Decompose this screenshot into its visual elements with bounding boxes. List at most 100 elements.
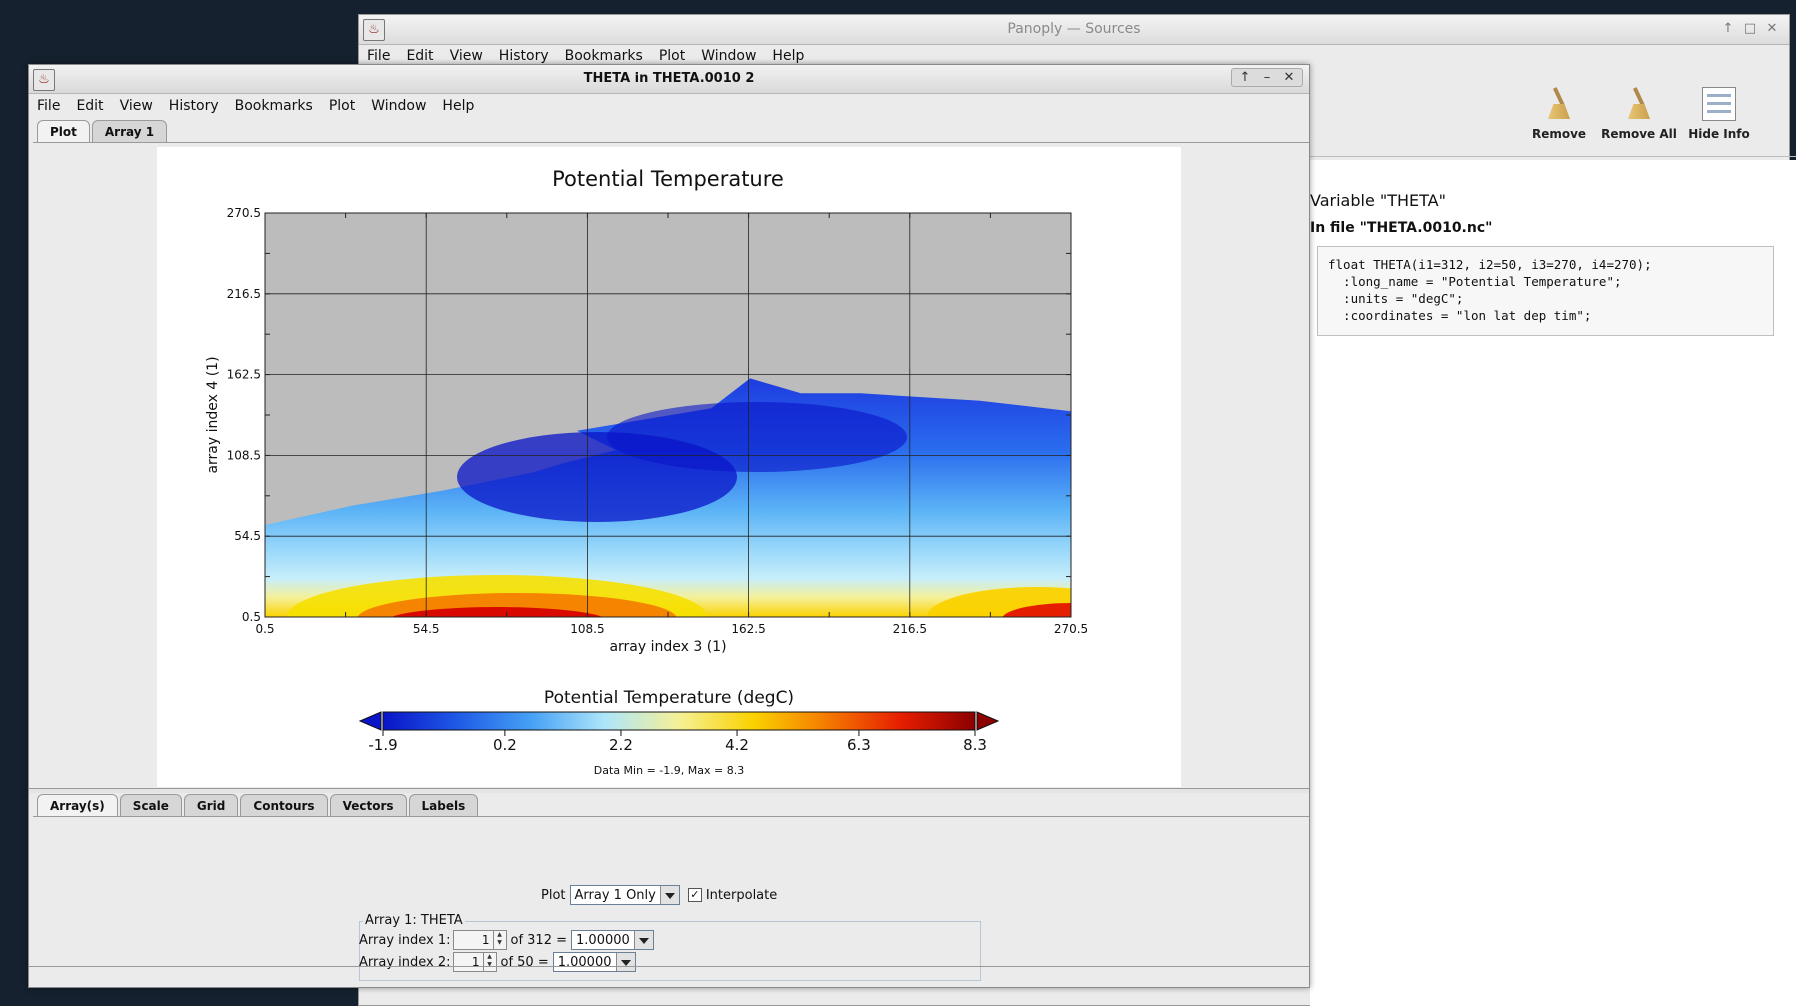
spinner-up-icon[interactable]: ▲ <box>484 953 496 961</box>
menu-view[interactable]: View <box>112 98 161 114</box>
file-heading: In file "THETA.0010.nc" <box>1310 220 1493 236</box>
cold-patch <box>607 402 907 472</box>
metadata-line: :long_name = "Potential Temperature"; <box>1328 274 1622 289</box>
x-tick-label: 162.5 <box>731 622 765 636</box>
menu-bookmarks[interactable]: Bookmarks <box>557 48 651 64</box>
restore-icon[interactable]: □ <box>1739 21 1761 36</box>
colorbar <box>382 711 976 731</box>
menu-history[interactable]: History <box>491 48 557 64</box>
y-tick-label: 216.5 <box>227 287 261 301</box>
tab-scale[interactable]: Scale <box>119 794 182 817</box>
y-tick-label: 54.5 <box>234 529 261 543</box>
y-tick-label: 162.5 <box>227 368 261 382</box>
plot-window: ♨ THETA in THETA.0010 2 ↑ – ✕ File Edit Vi… <box>28 64 1310 988</box>
menu-file[interactable]: File <box>29 98 68 114</box>
tab-contours[interactable]: Contours <box>240 794 328 817</box>
menu-help[interactable]: Help <box>764 48 812 64</box>
hide-info-label: Hide Info <box>1688 127 1750 141</box>
y-tick-label: 108.5 <box>227 448 261 462</box>
tab-labels[interactable]: Labels <box>408 794 479 817</box>
menu-bookmarks[interactable]: Bookmarks <box>227 98 321 114</box>
chart-title: Potential Temperature <box>552 167 784 191</box>
chevron-down-icon[interactable] <box>659 886 679 904</box>
colorbar-tick-label: 8.3 <box>963 736 987 754</box>
spinner-down-icon[interactable]: ▼ <box>494 939 506 947</box>
plot-window-title: THETA in THETA.0010 2 <box>583 71 755 86</box>
array-controls: Plot Array 1 Only ✓ Interpolate Array 1:… <box>29 825 1309 981</box>
interpolate-label: Interpolate <box>705 887 778 903</box>
array-index-1-spinner[interactable]: 1 ▲ ▼ <box>452 930 507 950</box>
colorbar-tick-label: 0.2 <box>493 736 517 754</box>
x-tick-label: 270.5 <box>1054 622 1088 636</box>
tab-vectors[interactable]: Vectors <box>329 794 407 817</box>
colorbar-title: Potential Temperature (degC) <box>544 688 794 708</box>
top-tab-line <box>33 142 1309 143</box>
maximize-up-icon[interactable]: ↑ <box>1234 70 1256 85</box>
remove-all-label: Remove All <box>1601 127 1677 141</box>
colorbar-over-arrow <box>976 711 1000 731</box>
plot-mode-row: Plot Array 1 Only ✓ Interpolate <box>541 885 777 905</box>
colorbar-ticks: -1.9 0.2 2.2 4.2 6.3 8.3 <box>368 730 987 754</box>
tab-plot[interactable]: Plot <box>37 120 90 143</box>
remove-button[interactable]: Remove <box>1516 87 1602 141</box>
bottom-tab-line <box>33 816 1309 817</box>
status-bar <box>29 966 1309 987</box>
menu-window[interactable]: Window <box>693 48 764 64</box>
colorbar-tick-label: -1.9 <box>368 736 397 754</box>
array-index-1-of: of 312 = <box>510 932 568 948</box>
info-panel-icon <box>1702 87 1736 121</box>
spinner-up-icon[interactable]: ▲ <box>494 931 506 939</box>
x-tick-label: 0.5 <box>255 622 274 636</box>
menu-edit[interactable]: Edit <box>68 98 111 114</box>
broom-icon <box>1542 87 1576 121</box>
sources-window-controls: ↑ □ ✕ <box>1717 21 1783 36</box>
maximize-up-icon[interactable]: ↑ <box>1717 21 1739 36</box>
y-axis-label: array index 4 (1) <box>205 356 221 473</box>
array-index-1-value[interactable]: 1 <box>454 933 493 947</box>
variable-metadata: float THETA(i1=312, i2=50, i3=270, i4=27… <box>1317 246 1774 336</box>
metadata-line: float THETA(i1=312, i2=50, i3=270, i4=27… <box>1328 257 1652 272</box>
tab-grid[interactable]: Grid <box>183 794 239 817</box>
tab-arrays[interactable]: Array(s) <box>37 794 118 817</box>
close-icon[interactable]: ✕ <box>1278 70 1300 85</box>
menu-plot[interactable]: Plot <box>321 98 363 114</box>
menu-plot[interactable]: Plot <box>651 48 693 64</box>
menu-history[interactable]: History <box>161 98 227 114</box>
plot-canvas: Potential Temperature 0.5 54.5 108.5 162.5 2… <box>157 147 1181 787</box>
array-index-1-coord[interactable]: 1.00000 <box>572 933 634 948</box>
plot-window-controls: ↑ – ✕ <box>1231 68 1303 87</box>
potential-temperature-chart: Potential Temperature 0.5 54.5 108.5 162.5 2… <box>205 167 1088 777</box>
plot-menubar: File Edit View History Bookmarks Plot Wi… <box>29 94 1309 118</box>
array-index-1-row: Array index 1: 1 ▲ ▼ of 312 = 1.00000 <box>359 930 654 950</box>
remove-all-button[interactable]: Remove All <box>1596 87 1682 141</box>
array-index-1-coord-select[interactable]: 1.00000 <box>571 930 654 950</box>
info-separator <box>1310 156 1796 159</box>
array-1-group-title: Array 1: THETA <box>363 913 465 928</box>
x-tick-label: 108.5 <box>570 622 604 636</box>
colorbar-under-arrow <box>358 711 382 731</box>
chevron-down-icon[interactable] <box>633 931 653 949</box>
array-index-1-label: Array index 1: <box>359 932 451 948</box>
variable-heading: Variable "THETA" <box>1310 191 1446 210</box>
menu-view[interactable]: View <box>442 48 491 64</box>
minimize-icon[interactable]: – <box>1256 70 1278 85</box>
plot-mode-select[interactable]: Array 1 Only <box>569 885 680 905</box>
remove-label: Remove <box>1531 127 1587 141</box>
colorbar-tick-label: 2.2 <box>609 736 633 754</box>
interpolate-checkbox[interactable]: ✓ <box>687 888 702 902</box>
y-tick-label: 0.5 <box>242 610 261 624</box>
menu-help[interactable]: Help <box>434 98 482 114</box>
menu-edit[interactable]: Edit <box>398 48 441 64</box>
warm-patch <box>357 593 677 617</box>
hide-info-button[interactable]: Hide Info <box>1676 87 1762 141</box>
data-range-text: Data Min = -1.9, Max = 8.3 <box>594 764 744 777</box>
metadata-line: :units = "degC"; <box>1328 291 1464 306</box>
colorbar-tick-label: 4.2 <box>725 736 749 754</box>
close-icon[interactable]: ✕ <box>1761 21 1783 36</box>
menu-file[interactable]: File <box>359 48 398 64</box>
bottom-tabs: Array(s) Scale Grid Contours Vectors Lab… <box>37 791 480 817</box>
menu-window[interactable]: Window <box>363 98 434 114</box>
y-tick-label: 270.5 <box>227 206 261 220</box>
colorbar-tick-label: 6.3 <box>847 736 871 754</box>
tab-array-1[interactable]: Array 1 <box>91 120 168 143</box>
